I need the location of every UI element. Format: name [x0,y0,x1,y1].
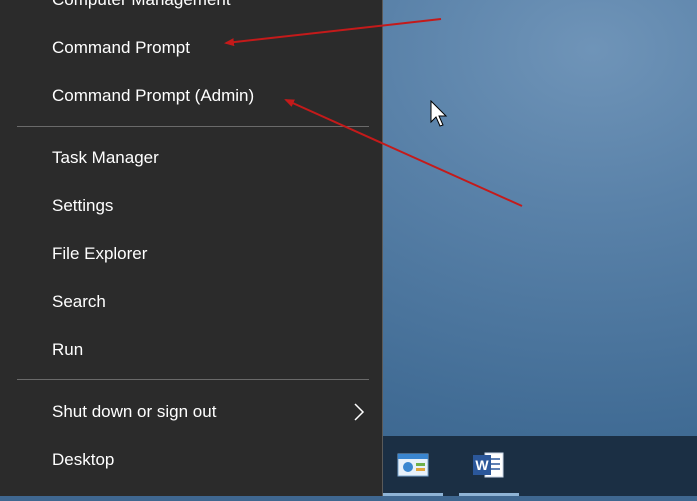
menu-item-label: Shut down or sign out [52,402,217,421]
menu-item-label: Search [52,292,106,311]
taskbar: W [383,436,697,496]
menu-separator [17,379,369,380]
menu-item-file-explorer[interactable]: File Explorer [0,234,382,274]
menu-item-label: Computer Management [52,0,231,9]
menu-item-label: Run [52,340,84,359]
menu-item-label: File Explorer [52,244,148,263]
menu-item-label: Command Prompt (Admin) [52,86,255,105]
menu-item-desktop[interactable]: Desktop [0,440,382,480]
word-glyph: W [475,457,489,473]
menu-item-shut-down-or-sign-out[interactable]: Shut down or sign out [0,392,382,432]
menu-item-command-prompt-admin[interactable]: Command Prompt (Admin) [0,76,382,116]
taskbar-button-word[interactable]: W [459,436,519,496]
menu-item-run[interactable]: Run [0,330,382,370]
menu-item-computer-management[interactable]: Computer Management [0,0,382,20]
menu-item-search[interactable]: Search [0,282,382,322]
menu-item-label: Task Manager [52,148,159,167]
word-icon: W [473,452,504,478]
menu-item-label: Settings [52,196,114,215]
menu-separator [17,126,369,127]
menu-item-label: Command Prompt [52,38,190,57]
power-user-menu: Computer Management Command Prompt Comma… [0,0,383,496]
taskbar-button-control-panel[interactable] [383,436,443,496]
mouse-cursor-icon [430,100,448,127]
control-panel-icon [397,453,429,477]
menu-item-settings[interactable]: Settings [0,186,382,226]
menu-item-task-manager[interactable]: Task Manager [0,138,382,178]
menu-item-label: Desktop [52,450,115,469]
menu-item-command-prompt[interactable]: Command Prompt [0,28,382,68]
chevron-right-icon [354,403,365,421]
